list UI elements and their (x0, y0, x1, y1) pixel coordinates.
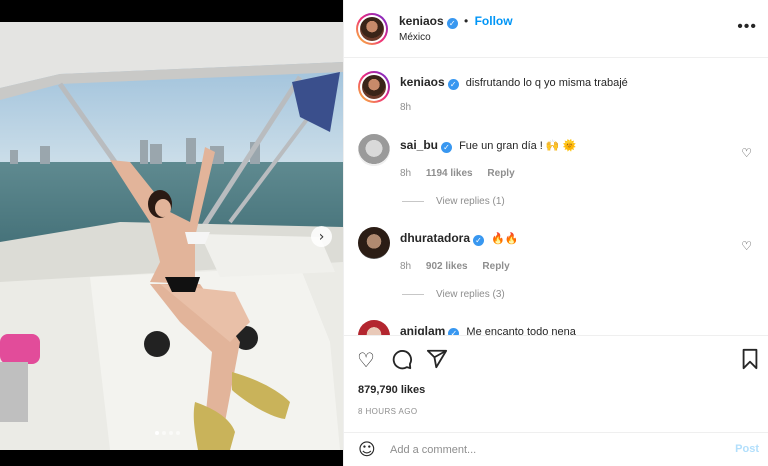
carousel-dot (169, 431, 173, 435)
heart-icon[interactable]: ♡ (357, 348, 375, 372)
post-comment-button[interactable]: Post (735, 443, 759, 455)
emoji-icon[interactable]: ☺ (358, 440, 376, 460)
comment-input[interactable] (390, 440, 710, 460)
carousel-dot (162, 431, 166, 435)
post-photo (0, 22, 343, 450)
comment-text: Fue un gran día ! 🙌 🌞 (459, 140, 577, 152)
post-panel: keniaos ✓ • Follow México ••• keniaos ✓ di… (343, 0, 768, 466)
verified-icon: ✓ (473, 235, 485, 246)
view-replies-label: View replies (1) (436, 196, 505, 207)
author-avatar[interactable] (356, 13, 388, 45)
post-timestamp: 8 HOURS AGO (358, 407, 418, 416)
more-options-icon[interactable]: ••• (737, 18, 757, 36)
author-username[interactable]: keniaos (399, 14, 444, 28)
verified-icon: ✓ (446, 18, 458, 29)
follow-button[interactable]: Follow (475, 14, 513, 28)
separator-dot: • (464, 14, 469, 28)
comment-username[interactable]: dhuratadora (400, 231, 470, 245)
comment-username[interactable]: sai_bu (400, 138, 438, 152)
view-replies-label: View replies (3) (436, 289, 505, 300)
comment-time: 8h (400, 168, 412, 179)
post-header: keniaos ✓ • Follow México ••• (344, 0, 768, 58)
commenter-avatar[interactable] (358, 227, 390, 259)
post-location[interactable]: México (399, 32, 431, 43)
reply-button[interactable]: Reply (482, 261, 509, 272)
comment-likes[interactable]: 1194 likes (426, 168, 473, 179)
author-avatar[interactable] (358, 71, 390, 103)
caption-text: disfrutando lo q yo misma trabajé (465, 77, 628, 89)
post-actions: ♡ 879,790 likes 8 HOURS AGO ☺ Post (344, 335, 768, 466)
comment-likes[interactable]: 902 likes (426, 261, 468, 272)
verified-icon: ✓ (447, 79, 459, 90)
view-replies-button[interactable]: View replies (1) (402, 196, 505, 207)
share-icon[interactable] (426, 348, 448, 375)
likes-count[interactable]: 879,790 likes (358, 384, 425, 396)
comment-text: 🔥🔥 (491, 233, 519, 245)
carousel-indicator (155, 431, 180, 435)
add-comment-bar: ☺ Post (344, 432, 768, 466)
bookmark-icon[interactable] (740, 348, 760, 375)
verified-icon: ✓ (441, 142, 453, 153)
view-replies-button[interactable]: View replies (3) (402, 289, 505, 300)
carousel-dot (176, 431, 180, 435)
post-media: › (0, 0, 343, 466)
carousel-next-button[interactable]: › (311, 226, 332, 247)
comment-icon[interactable] (391, 348, 413, 375)
commenter-avatar[interactable] (358, 134, 390, 166)
like-comment-icon[interactable]: ♡ (741, 239, 752, 253)
caption-time: 8h (400, 102, 412, 113)
reply-button[interactable]: Reply (487, 168, 514, 179)
comment-time: 8h (400, 261, 412, 272)
carousel-dot (155, 431, 159, 435)
caption-username[interactable]: keniaos (400, 75, 445, 89)
like-comment-icon[interactable]: ♡ (741, 146, 752, 160)
